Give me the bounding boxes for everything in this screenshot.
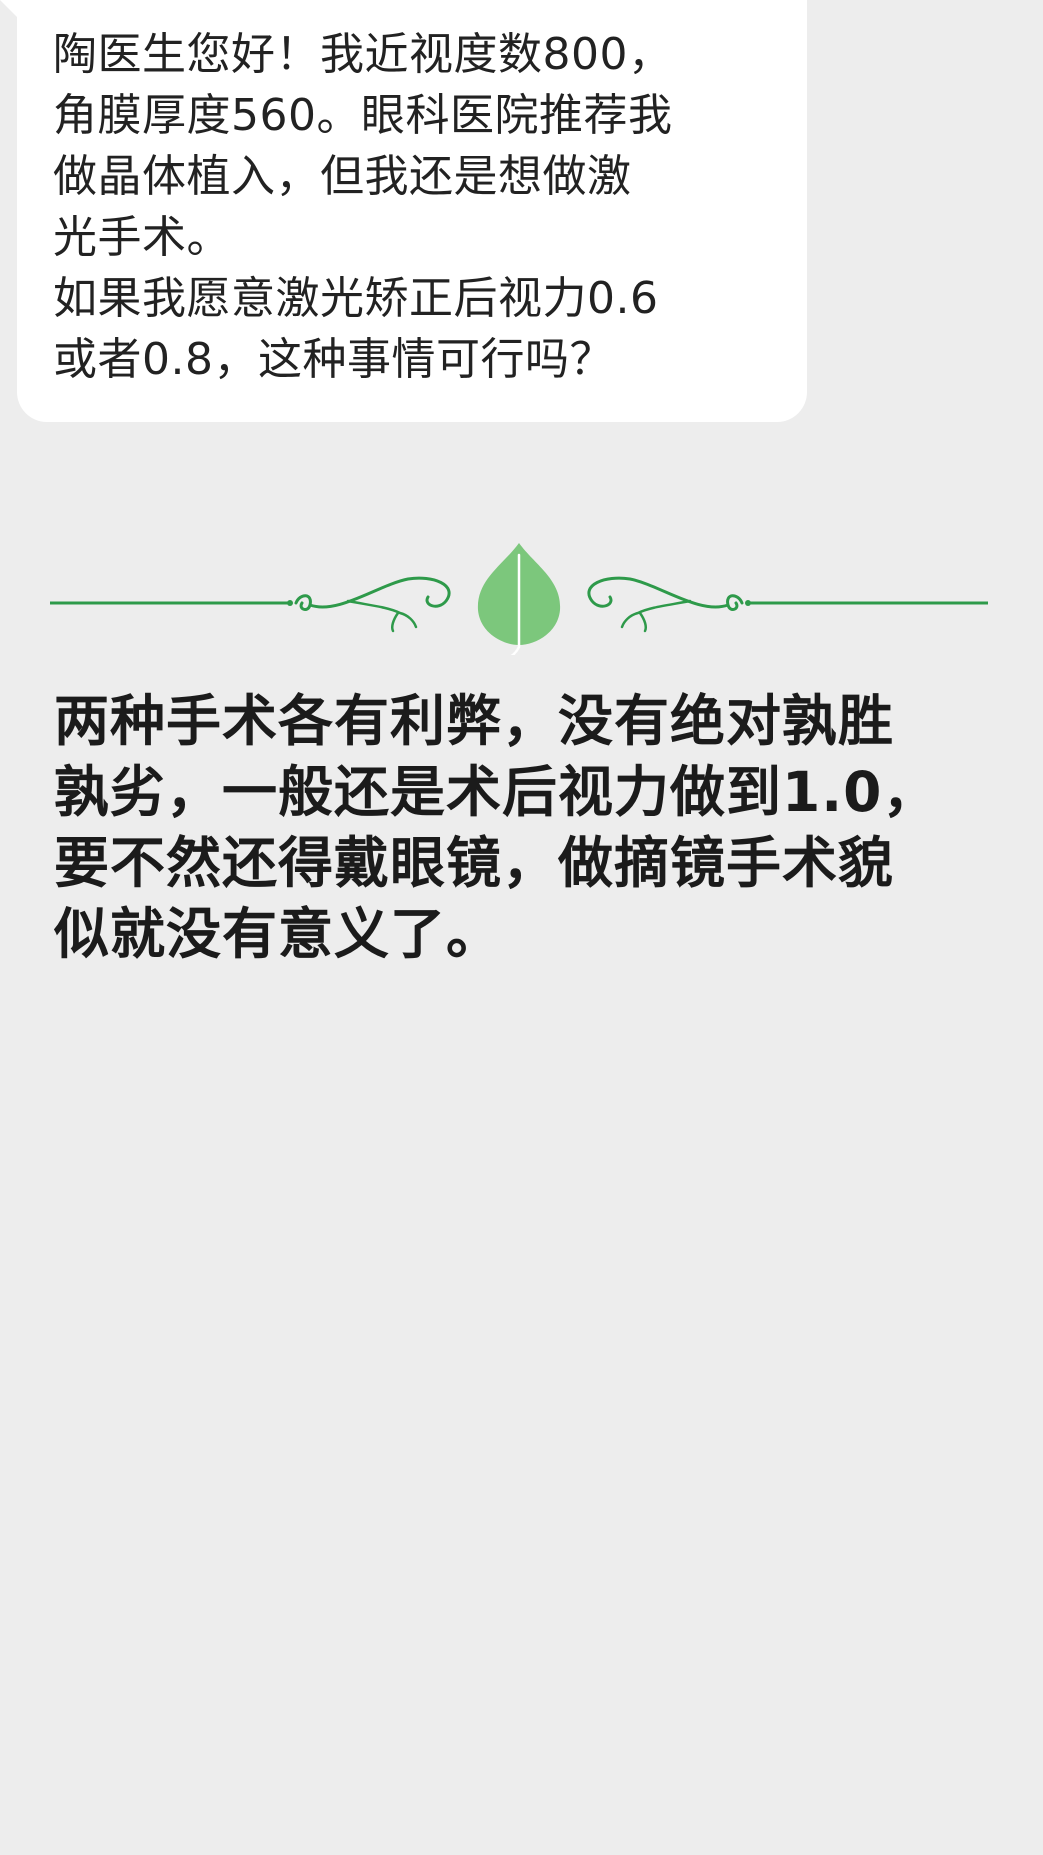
leaf-divider — [50, 543, 988, 655]
leaf-icon — [477, 543, 561, 655]
message-bubble[interactable]: 陶医生您好！我近视度数800， 角膜厚度560。眼科医院推荐我 做晶体植入，但我… — [17, 0, 807, 422]
question-text: 陶医生您好！我近视度数800， 角膜厚度560。眼科医院推荐我 做晶体植入，但我… — [53, 29, 673, 385]
answer-text: 两种手术各有利弊，没有绝对孰胜 孰劣，一般还是术后视力做到1.0， 要不然还得戴… — [54, 689, 939, 966]
